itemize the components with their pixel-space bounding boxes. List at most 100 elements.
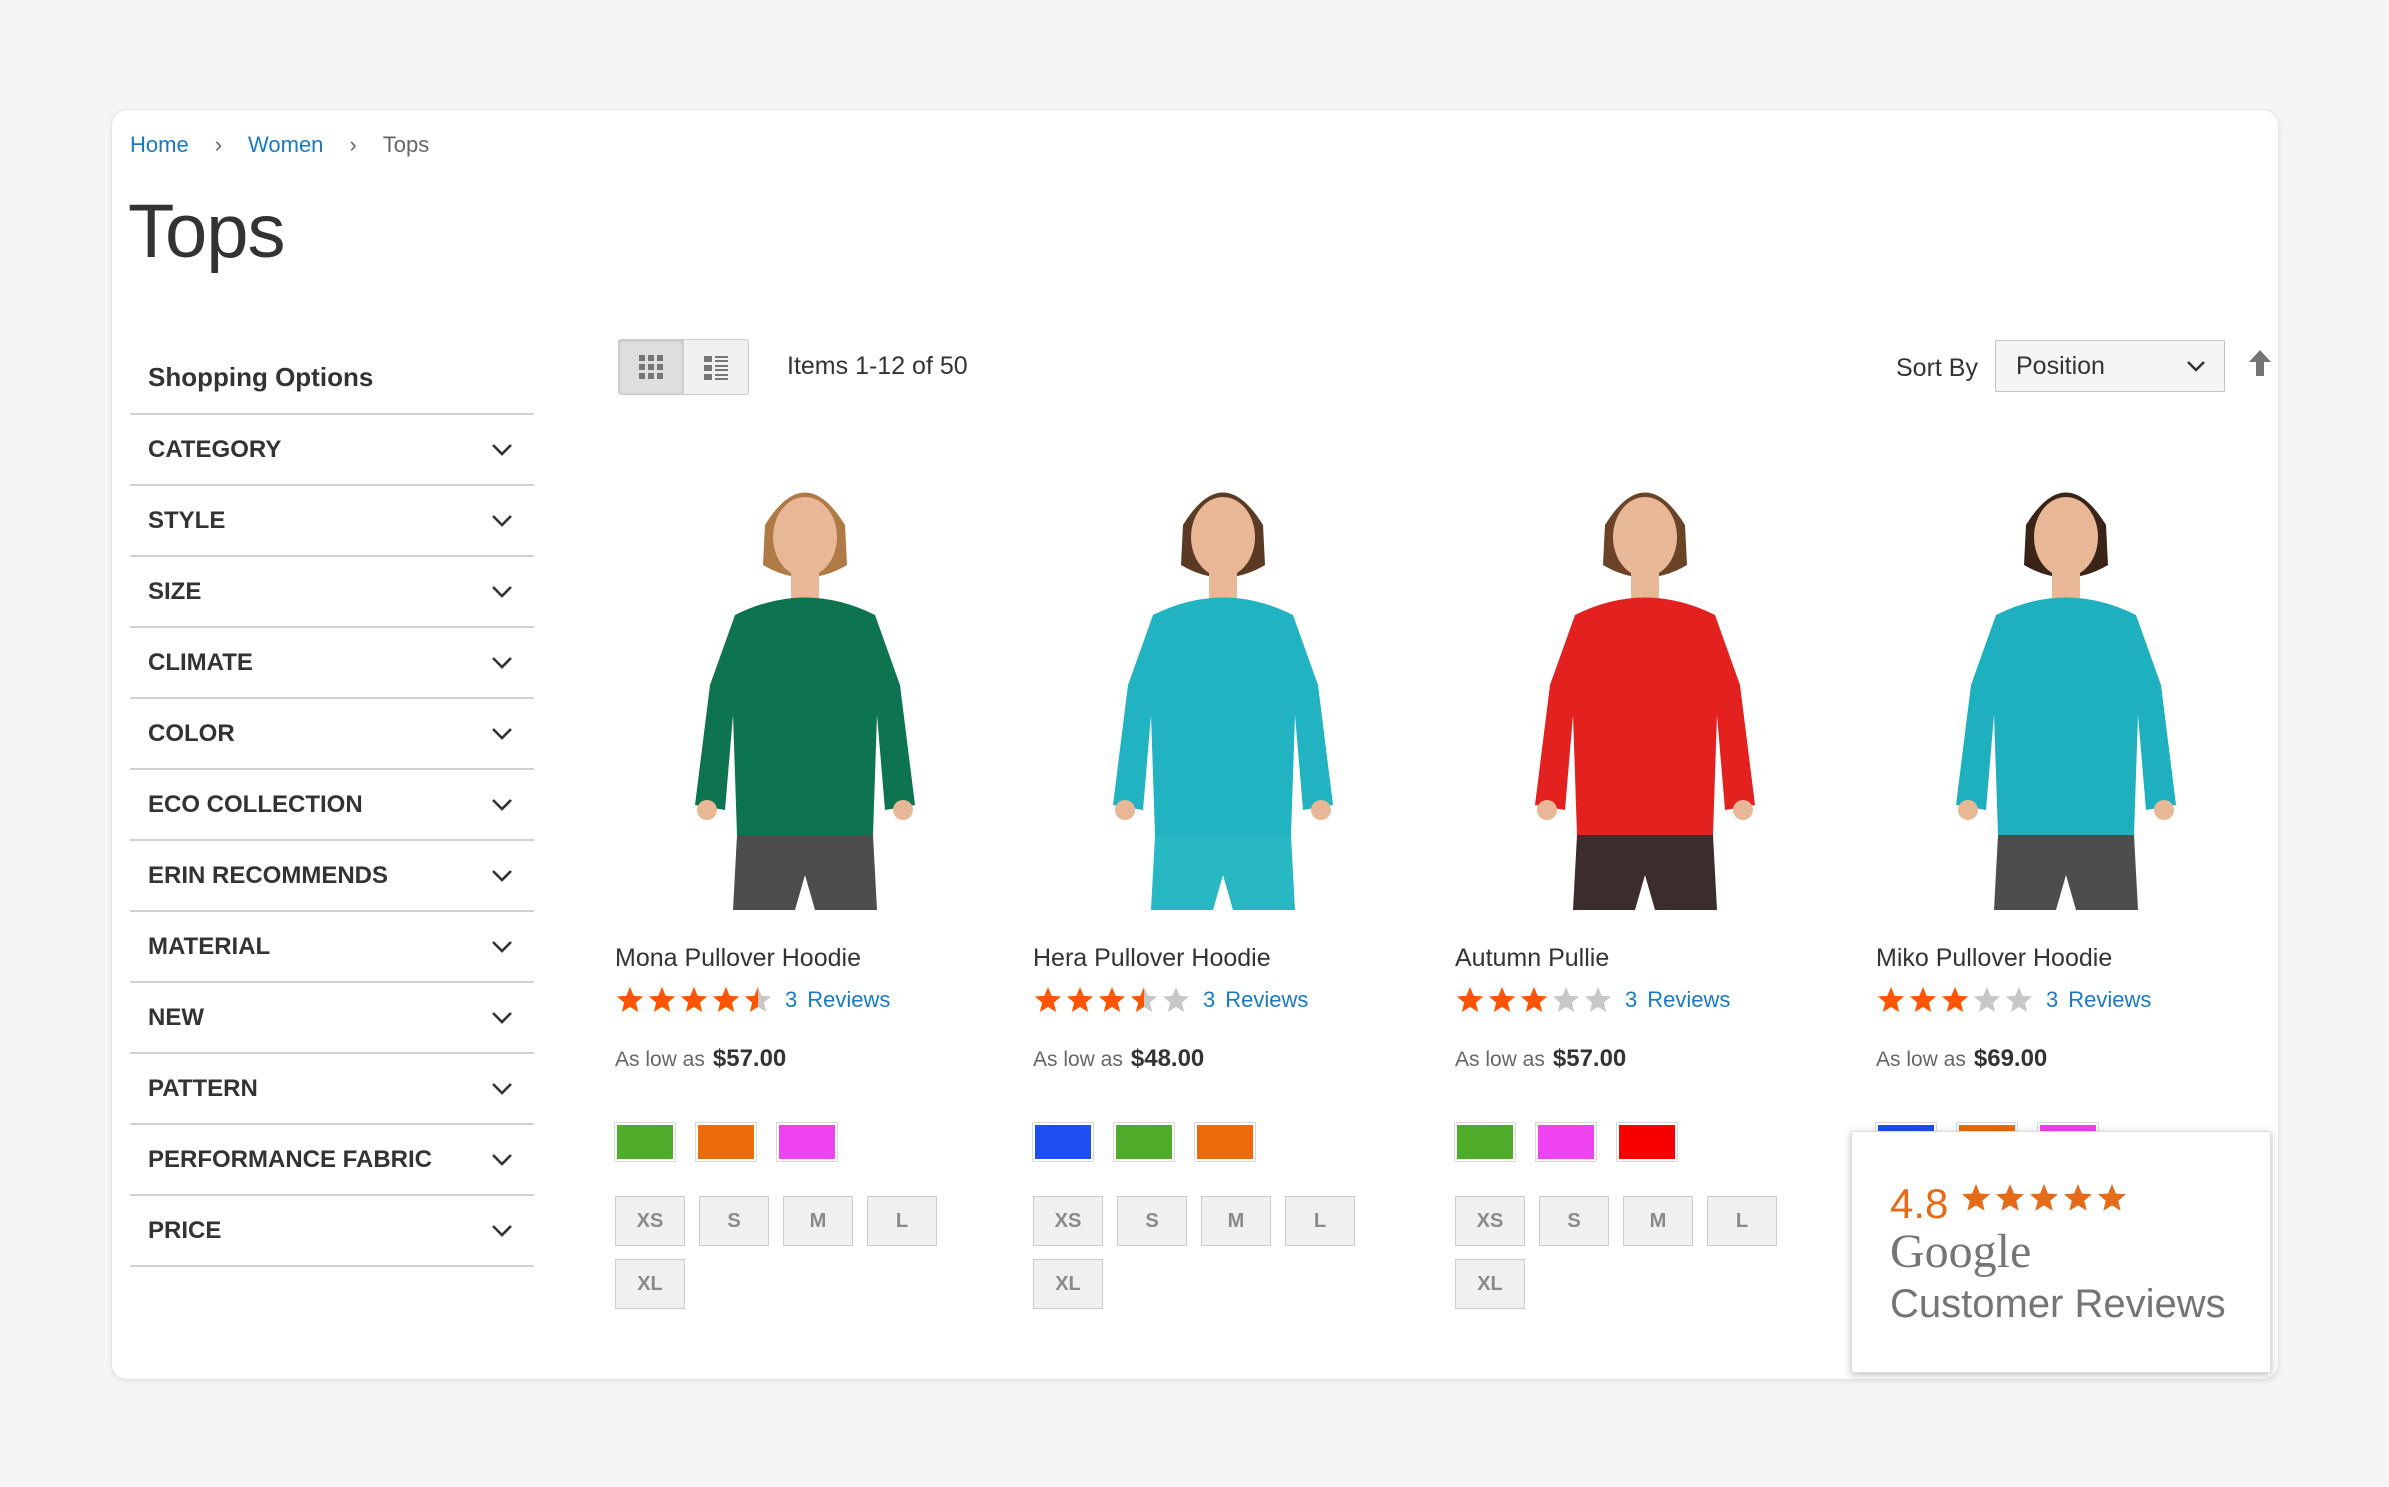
size-option-m[interactable]: M: [1623, 1196, 1693, 1246]
size-option-s[interactable]: S: [1117, 1196, 1187, 1246]
product-image-figure: [1876, 455, 2256, 910]
google-rating-score: 4.8: [1890, 1180, 1949, 1227]
color-swatch[interactable]: [1535, 1122, 1597, 1162]
product-image-figure: [1033, 455, 1413, 910]
size-option-xs[interactable]: XS: [1455, 1196, 1525, 1246]
product-image[interactable]: [615, 455, 995, 910]
chevron-down-icon: [488, 436, 516, 464]
product-price: As low as $69.00: [1876, 1045, 2047, 1073]
sort-by-select[interactable]: Position: [1995, 340, 2225, 392]
reviews-link[interactable]: 3 Reviews: [2046, 987, 2151, 1013]
star-icon: [1962, 1184, 1990, 1211]
filter-size[interactable]: SIZE: [130, 557, 534, 628]
breadcrumb-separator: ›: [214, 132, 223, 157]
filter-color[interactable]: COLOR: [130, 699, 534, 770]
size-option-m[interactable]: M: [1201, 1196, 1271, 1246]
product-rating: 3 Reviews: [1033, 985, 1308, 1015]
chevron-down-icon: [488, 1004, 516, 1032]
star-icon: [1098, 986, 1126, 1012]
filter-style[interactable]: STYLE: [130, 486, 534, 557]
product-image[interactable]: [1455, 455, 1835, 910]
color-swatch[interactable]: [1194, 1122, 1256, 1162]
star-icon: [1034, 986, 1062, 1012]
google-badge-label: Customer Reviews: [1890, 1282, 2226, 1326]
size-option-xs[interactable]: XS: [615, 1196, 685, 1246]
breadcrumb-home[interactable]: Home: [130, 132, 189, 158]
filter-label: STYLE: [148, 506, 226, 534]
star-icon: [680, 986, 708, 1012]
sort-by-label: Sort By: [1896, 354, 1978, 382]
filter-label: CLIMATE: [148, 648, 253, 676]
reviews-count: 3: [785, 987, 798, 1012]
filter-erin-recommends[interactable]: ERIN RECOMMENDS: [130, 841, 534, 912]
google-customer-reviews-badge[interactable]: 4.8 Google Customer Reviews: [1851, 1131, 2271, 1373]
filter-new[interactable]: NEW: [130, 983, 534, 1054]
color-swatch[interactable]: [1032, 1122, 1094, 1162]
color-swatch[interactable]: [1113, 1122, 1175, 1162]
chevron-down-icon: [488, 791, 516, 819]
product-image[interactable]: [1033, 455, 1413, 910]
product-image[interactable]: [1876, 455, 2256, 910]
filter-label: PERFORMANCE FABRIC: [148, 1145, 433, 1173]
chevron-down-icon: [488, 1075, 516, 1103]
filter-eco-collection[interactable]: ECO COLLECTION: [130, 770, 534, 841]
size-option-l[interactable]: L: [1707, 1196, 1777, 1246]
product-name-link[interactable]: Hera Pullover Hoodie: [1033, 944, 1271, 973]
filter-pattern[interactable]: PATTERN: [130, 1054, 534, 1125]
filter-category[interactable]: CATEGORY: [130, 415, 534, 486]
filter-list: CATEGORY STYLE SIZE CLIMATE COLOR ECO COLLECT…: [130, 415, 534, 1267]
star-icon: [712, 986, 740, 1012]
product-name-link[interactable]: Miko Pullover Hoodie: [1876, 944, 2112, 973]
breadcrumb-women[interactable]: Women: [248, 132, 323, 158]
size-option-s[interactable]: S: [1539, 1196, 1609, 1246]
product-rating: 3 Reviews: [1876, 985, 2151, 1015]
color-swatch[interactable]: [1454, 1122, 1516, 1162]
filter-material[interactable]: MATERIAL: [130, 912, 534, 983]
color-swatch[interactable]: [1616, 1122, 1678, 1162]
color-swatches: [1454, 1122, 1678, 1162]
google-rating-stars: [1960, 1182, 2128, 1214]
grid-view-button[interactable]: [619, 340, 683, 394]
chevron-down-icon: [488, 862, 516, 890]
size-option-m[interactable]: M: [783, 1196, 853, 1246]
filter-sidebar: Shopping Options CATEGORY STYLE SIZE CLIMAT…: [130, 350, 534, 1267]
size-option-l[interactable]: L: [867, 1196, 937, 1246]
color-swatches: [614, 1122, 838, 1162]
star-icon: [1520, 986, 1548, 1012]
size-option-xs[interactable]: XS: [1033, 1196, 1103, 1246]
reviews-count: 3: [1625, 987, 1638, 1012]
filter-label: SIZE: [148, 577, 202, 605]
filter-price[interactable]: PRICE: [130, 1196, 534, 1267]
star-icon: [1552, 986, 1580, 1012]
size-option-s[interactable]: S: [699, 1196, 769, 1246]
product-name-link[interactable]: Autumn Pullie: [1455, 944, 1609, 973]
star-icon: [1584, 986, 1612, 1012]
reviews-link[interactable]: 3 Reviews: [785, 987, 890, 1013]
filter-climate[interactable]: CLIMATE: [130, 628, 534, 699]
size-option-l[interactable]: L: [1285, 1196, 1355, 1246]
chevron-down-icon: [488, 578, 516, 606]
size-option-xl[interactable]: XL: [1033, 1259, 1103, 1309]
filter-label: ERIN RECOMMENDS: [148, 861, 389, 889]
star-icon: [1996, 1184, 2024, 1211]
price-prefix: As low as: [615, 1048, 705, 1071]
size-option-xl[interactable]: XL: [615, 1259, 685, 1309]
filter-label: NEW: [148, 1003, 204, 1031]
color-swatch[interactable]: [695, 1122, 757, 1162]
size-option-xl[interactable]: XL: [1455, 1259, 1525, 1309]
reviews-count: 3: [1203, 987, 1216, 1012]
list-view-button[interactable]: [683, 340, 748, 394]
star-icon: [648, 986, 676, 1012]
color-swatch[interactable]: [776, 1122, 838, 1162]
product-name-link[interactable]: Mona Pullover Hoodie: [615, 944, 861, 973]
sort-direction-arrow-icon[interactable]: [2247, 348, 2273, 378]
price-amount: $69.00: [1973, 1045, 2048, 1072]
product-price: As low as $57.00: [1455, 1045, 1626, 1073]
rating-stars: [1876, 985, 2034, 1015]
star-icon: [1456, 986, 1484, 1012]
filter-performance-fabric[interactable]: PERFORMANCE FABRIC: [130, 1125, 534, 1196]
color-swatch[interactable]: [614, 1122, 676, 1162]
chevron-down-icon: [488, 1217, 516, 1245]
reviews-link[interactable]: 3 Reviews: [1625, 987, 1730, 1013]
reviews-link[interactable]: 3 Reviews: [1203, 987, 1308, 1013]
